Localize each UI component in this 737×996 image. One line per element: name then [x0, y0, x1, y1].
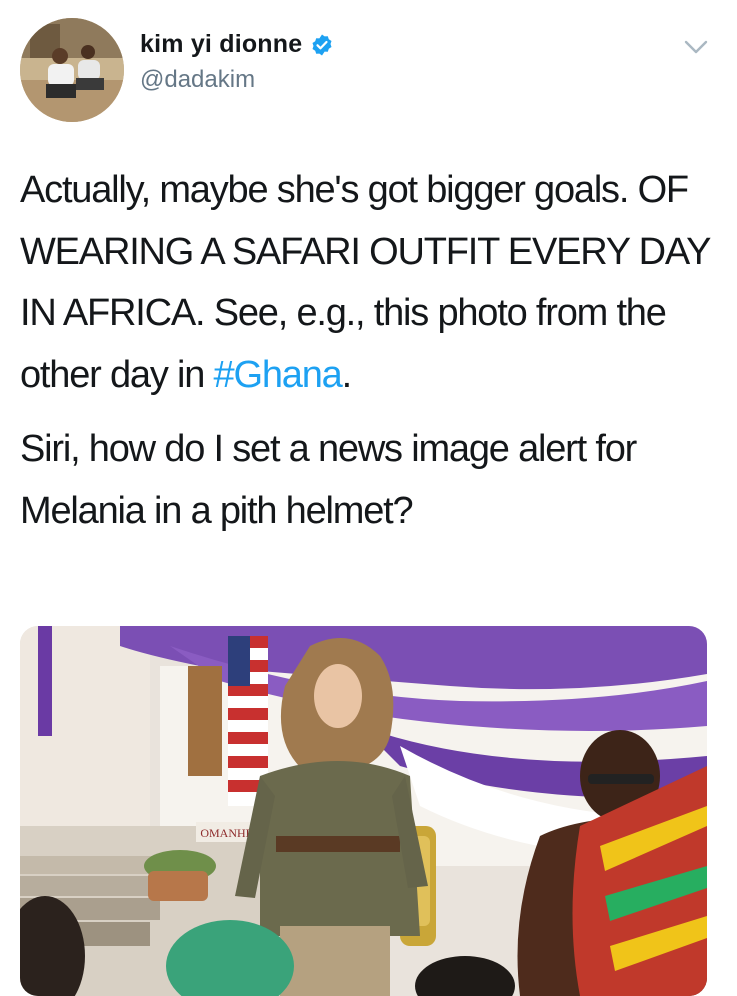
- verified-badge-icon: [310, 33, 334, 57]
- tweet-text-1: Actually, maybe she's got bigger goals. …: [20, 169, 711, 396]
- user-handle[interactable]: @dadakim: [140, 66, 255, 94]
- hashtag-link[interactable]: #Ghana: [214, 354, 343, 396]
- tweet-header: kim yi dionne @dadakim: [0, 0, 737, 130]
- name-row: kim yi dionne: [140, 30, 334, 59]
- tweet-body: Actually, maybe she's got bigger goals. …: [20, 160, 720, 542]
- tweet-paragraph-2: Siri, how do I set a news image alert fo…: [20, 428, 637, 532]
- tweet-paragraph-1: Actually, maybe she's got bigger goals. …: [20, 160, 720, 406]
- tweet-media-photo[interactable]: OMANHEN: [20, 626, 707, 996]
- avatar[interactable]: [20, 18, 124, 122]
- tweet-text-1-end: .: [341, 353, 353, 396]
- chevron-down-icon[interactable]: [682, 36, 710, 58]
- display-name[interactable]: kim yi dionne: [140, 30, 302, 59]
